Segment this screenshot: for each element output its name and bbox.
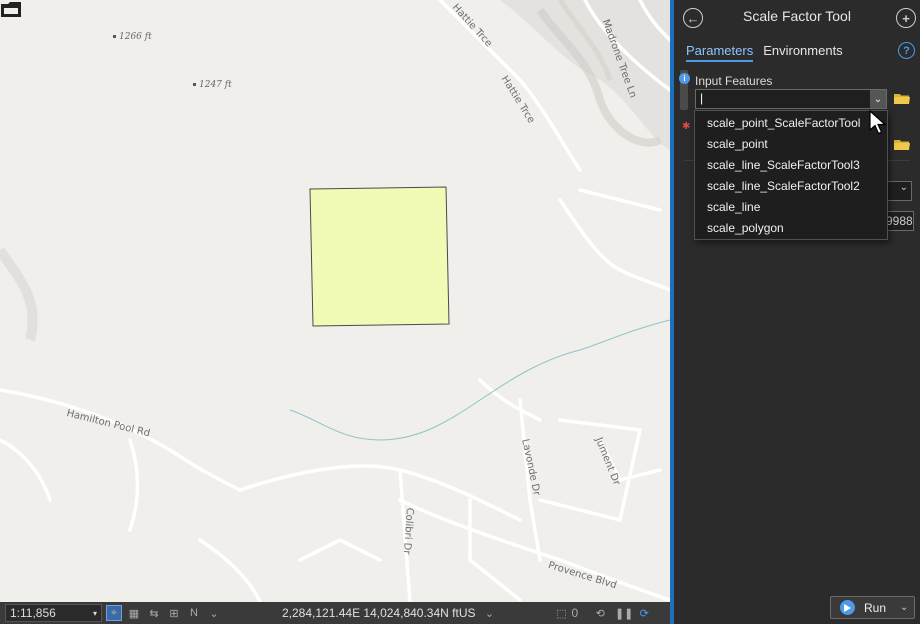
chevron-down-icon[interactable]: ⌄ (900, 602, 908, 613)
tool-title: Scale Factor Tool (743, 8, 851, 24)
selection-icon[interactable]: ⬚ (553, 605, 569, 621)
map-view[interactable]: 1266 ft 1247 ft Hattie Trce Hattie Trce … (0, 0, 670, 602)
basemap (0, 0, 670, 602)
add-button[interactable]: + (896, 8, 916, 28)
chevron-down-icon[interactable]: ⌄ (870, 90, 886, 108)
tab-parameters[interactable]: Parameters (686, 43, 754, 62)
info-icon[interactable]: i (679, 73, 690, 84)
pause-icon[interactable]: ❚❚ (615, 605, 633, 621)
refresh-icon[interactable]: ⟲ (592, 605, 608, 621)
map-folder-icon[interactable] (0, 0, 22, 18)
tab-environments[interactable]: Environments (763, 43, 842, 62)
scale-polygon-feature (309, 186, 450, 327)
chevron-down-icon[interactable]: ⌄ (481, 605, 497, 621)
dropdown-item[interactable]: scale_point_ScaleFactorTool (695, 113, 887, 134)
plus-icon: + (902, 10, 910, 26)
dropdown-item[interactable]: scale_line_ScaleFactorTool2 (695, 176, 887, 197)
help-icon[interactable]: ? (898, 42, 915, 59)
geoprocessing-pane: ← Scale Factor Tool + Parameters Environ… (674, 0, 920, 624)
input-features-dropdown: scale_point_ScaleFactorTool scale_point … (694, 110, 888, 240)
input-features-label: Input Features (695, 74, 773, 88)
required-icon: ✱ (682, 121, 691, 132)
dropdown-item[interactable]: scale_line_ScaleFactorTool3 (695, 155, 887, 176)
run-label: Run (864, 600, 887, 615)
chevron-down-icon[interactable]: ⌄ (206, 605, 222, 621)
layers-icon[interactable]: ⊞ (166, 605, 182, 621)
cursor-snap-icon[interactable]: ⌖ (106, 605, 122, 621)
input-features-field[interactable]: | (695, 89, 887, 109)
scale-value: 1:11,856 (10, 606, 56, 620)
elevation-label: 1266 ft (113, 32, 152, 42)
dropdown-item[interactable]: scale_line (695, 197, 887, 218)
play-icon (840, 600, 855, 615)
dropdown-item[interactable]: scale_point (695, 134, 887, 155)
north-arrow-icon[interactable]: N (186, 605, 202, 621)
scale-selector[interactable]: 1:11,856 ▾ (5, 604, 102, 622)
trace-icon[interactable]: ⇆ (146, 605, 162, 621)
folder-icon[interactable] (894, 93, 910, 105)
scale-factor-field[interactable]: 9988 (884, 211, 914, 231)
selected-count: 0 (571, 606, 579, 620)
chevron-down-icon: ▾ (92, 608, 97, 618)
folder-icon[interactable] (894, 139, 910, 151)
sync-icon[interactable]: ⟳ (636, 605, 652, 621)
elevation-label: 1247 ft (193, 80, 232, 90)
coordinates-readout: 2,284,121.44E 14,024,840.34N ftUS (282, 606, 476, 620)
status-bar: 1:11,856 ▾ ⌖ ▦ ⇆ ⊞ N ⌄ 2,284,121.44E 14,… (0, 602, 670, 624)
dropdown-item[interactable]: scale_polygon (695, 218, 887, 239)
grid-icon[interactable]: ▦ (126, 605, 142, 621)
run-button[interactable]: Run ⌄ (830, 596, 915, 619)
mouse-cursor-icon (869, 110, 887, 135)
